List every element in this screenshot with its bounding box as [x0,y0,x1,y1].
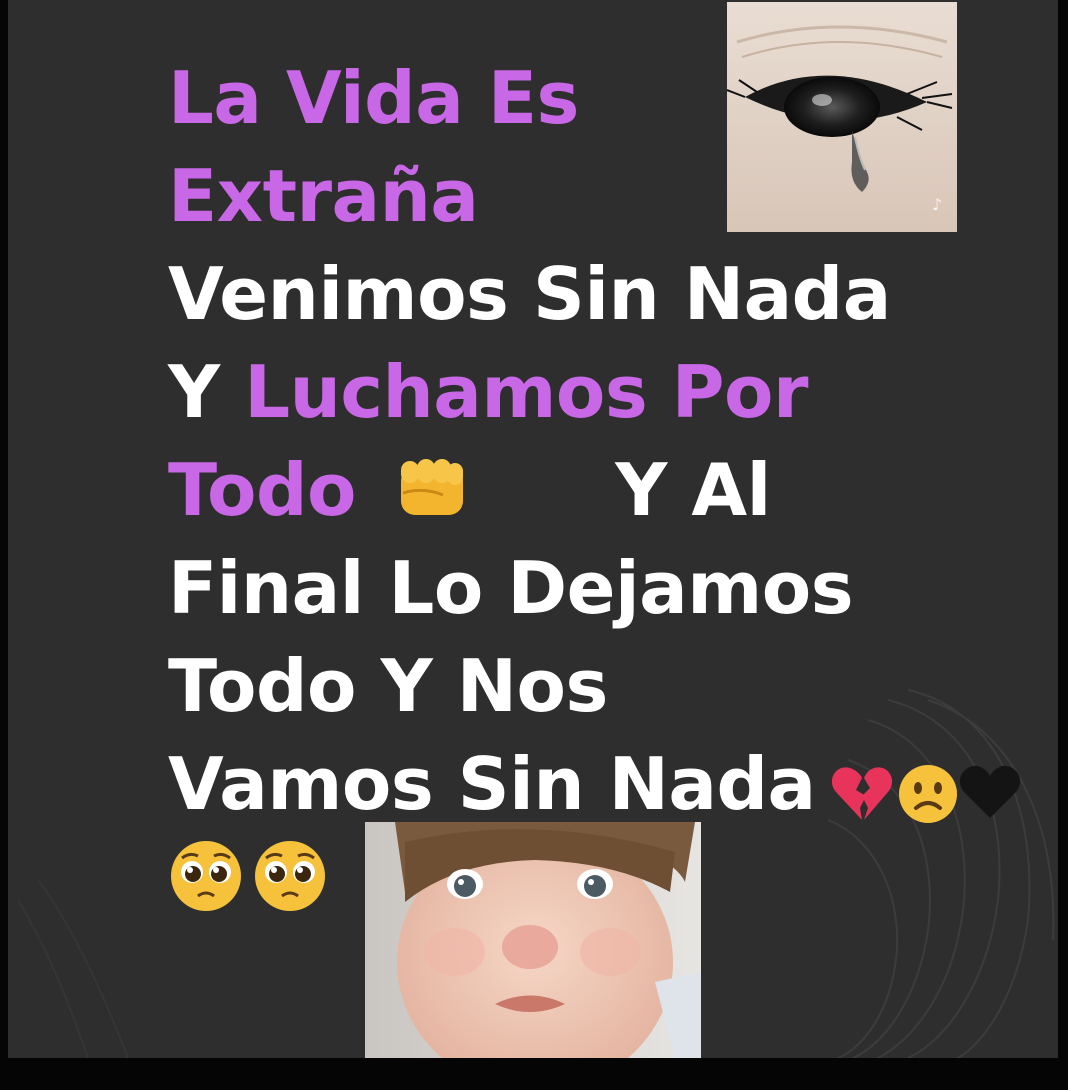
svg-text:♪: ♪ [932,195,942,214]
text-line-7: Todo Y Nos [168,644,608,728]
crying-eye-photo: ♪ [727,2,957,232]
text-line-5: Todo Y Al [168,454,771,526]
text-line-8-text: Vamos Sin Nada [168,742,816,826]
title-line-1: La Vida Es [168,56,579,140]
right-border [1058,0,1068,1090]
text-line-4-highlight: Luchamos Por [244,350,809,434]
text-line-5-highlight: Todo [168,448,357,532]
pleading-face-icon-2 [255,841,325,911]
text-line-4: Y Luchamos Por [168,356,809,428]
left-border [0,0,8,1090]
text-line-8: Vamos Sin Nada [168,748,816,820]
broken-heart-icon [831,767,893,820]
text-line-3: Venimos Sin Nada [168,252,891,336]
text-line-6: Final Lo Dejamos [168,546,854,630]
fist-bump-icon [400,459,463,516]
crying-baby-photo [365,822,701,1058]
bottom-border [0,1058,1068,1090]
title-line-2: Extraña [168,154,479,238]
text-line-4-prefix: Y [168,350,245,434]
text-line-5-rest: Y Al [615,448,771,532]
frowning-face-icon [899,765,957,823]
post-image: ♪ La Vida Es Extraña Venimos Sin Nada Y … [8,0,1058,1058]
black-heart-icon [959,765,1021,818]
pleading-face-icon-1 [171,841,241,911]
